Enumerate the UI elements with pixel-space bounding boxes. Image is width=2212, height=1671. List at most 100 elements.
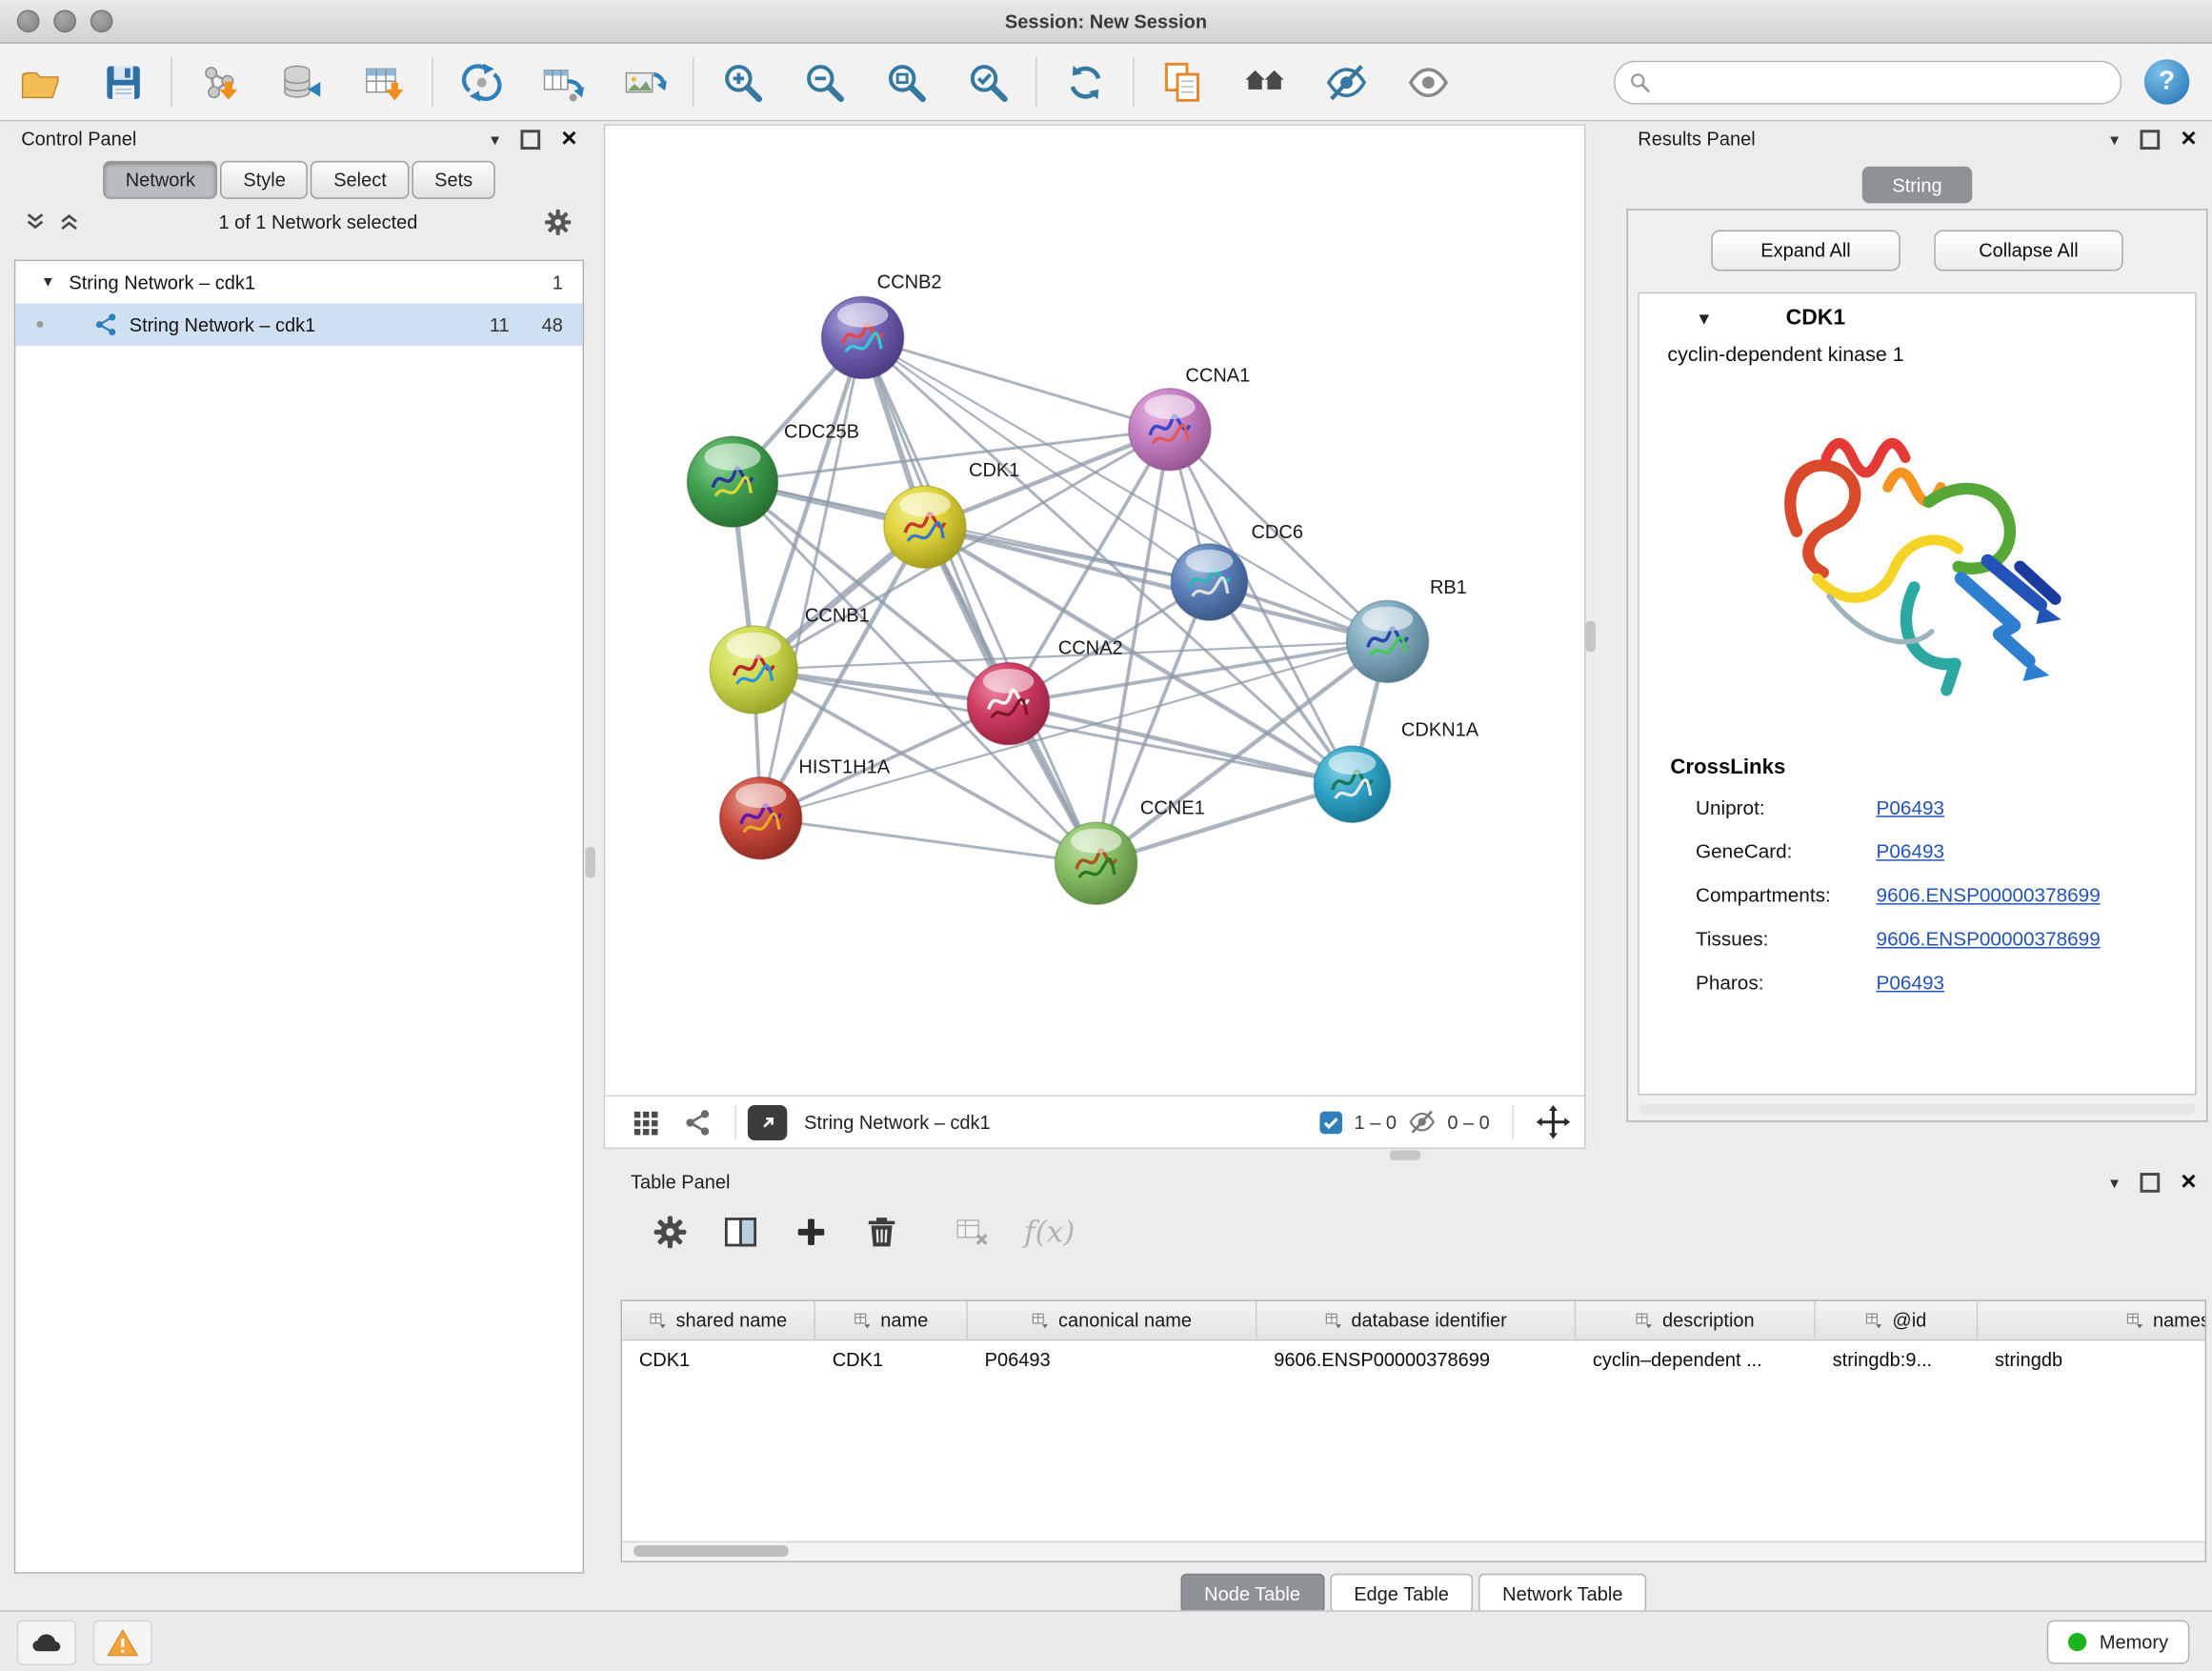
table-cell[interactable]: stringdb bbox=[1978, 1340, 2206, 1378]
birds-eye-grid-icon[interactable] bbox=[631, 1107, 660, 1137]
horizontal-splitter-handle[interactable] bbox=[1390, 1150, 1421, 1159]
node-CDK1[interactable] bbox=[884, 486, 966, 568]
column-header-shared-name[interactable]: shared name bbox=[622, 1301, 815, 1339]
open-session-button[interactable] bbox=[12, 53, 69, 110]
right-splitter-handle[interactable] bbox=[1585, 621, 1595, 653]
show-columns-icon[interactable] bbox=[722, 1214, 759, 1251]
node-CDKN1A[interactable] bbox=[1314, 746, 1390, 822]
column-header-canonical-name[interactable]: canonical name bbox=[968, 1301, 1257, 1339]
crosslink-link[interactable]: 9606.ENSP00000378699 bbox=[1877, 927, 2101, 950]
tab-sets[interactable]: Sets bbox=[412, 161, 494, 199]
node-CCNA2[interactable] bbox=[967, 663, 1049, 745]
crosslink-link[interactable]: P06493 bbox=[1877, 970, 1944, 993]
protein-card-header[interactable]: ▼ CDK1 bbox=[1639, 293, 2195, 344]
network-row-selected[interactable]: ● String Network – cdk1 11 48 bbox=[15, 304, 582, 346]
tab-node-table[interactable]: Node Table bbox=[1180, 1574, 1324, 1613]
import-table-button[interactable] bbox=[355, 53, 412, 110]
column-header-description[interactable]: description bbox=[1576, 1301, 1816, 1339]
network-canvas[interactable]: CCNB2CCNA1CDC25BCDK1CDC6RB1CCNB1CCNA2CDK… bbox=[605, 126, 1584, 1096]
tab-select[interactable]: Select bbox=[312, 161, 410, 199]
delete-column-trash-icon[interactable] bbox=[863, 1214, 900, 1251]
show-overview-button[interactable] bbox=[1236, 53, 1292, 110]
panel-close-icon[interactable]: × bbox=[2181, 131, 2196, 148]
tab-network[interactable]: Network bbox=[103, 161, 218, 199]
expand-all-icon[interactable] bbox=[59, 211, 79, 232]
node-CDC6[interactable] bbox=[1171, 544, 1247, 620]
pan-crosshair-button[interactable] bbox=[1537, 1105, 1571, 1139]
scrollbar-thumb[interactable] bbox=[633, 1545, 789, 1557]
search-input[interactable] bbox=[1660, 70, 2106, 93]
table-settings-gear-icon[interactable] bbox=[652, 1214, 689, 1251]
edge-CCNB2-CCNA1[interactable] bbox=[863, 337, 1170, 429]
node-RB1[interactable] bbox=[1347, 600, 1429, 682]
results-horizontal-scrollbar[interactable] bbox=[1639, 1103, 2195, 1115]
edge-CCNB2-HIST1H1A[interactable] bbox=[761, 337, 863, 817]
memory-button[interactable]: Memory bbox=[2047, 1621, 2189, 1664]
node-CDC25B[interactable] bbox=[687, 436, 777, 527]
column-header-namespace[interactable]: namespace bbox=[1978, 1301, 2206, 1339]
node-CCNB1[interactable] bbox=[710, 626, 797, 714]
left-splitter-handle[interactable] bbox=[586, 847, 595, 878]
panel-collapse-icon[interactable]: ▾ bbox=[2110, 130, 2119, 150]
tab-edge-table[interactable]: Edge Table bbox=[1330, 1574, 1473, 1613]
collapse-caret-icon[interactable]: ▼ bbox=[1696, 309, 1713, 329]
tab-string[interactable]: String bbox=[1862, 167, 1973, 204]
network-share-icon[interactable] bbox=[683, 1107, 713, 1137]
zoom-selected-button[interactable] bbox=[959, 53, 1016, 110]
table-cell[interactable]: stringdb:9... bbox=[1816, 1340, 1978, 1378]
panel-collapse-icon[interactable]: ▾ bbox=[2110, 1172, 2119, 1192]
node-HIST1H1A[interactable] bbox=[720, 777, 802, 859]
panel-float-icon[interactable] bbox=[520, 130, 540, 150]
table-cell[interactable]: P06493 bbox=[968, 1340, 1257, 1378]
import-database-button[interactable] bbox=[273, 53, 330, 110]
table-cell[interactable]: CDK1 bbox=[622, 1340, 815, 1378]
panel-float-icon[interactable] bbox=[2140, 1172, 2160, 1192]
save-session-button[interactable] bbox=[94, 53, 151, 110]
node-CCNA1[interactable] bbox=[1129, 389, 1211, 471]
crosslink-link[interactable]: 9606.ENSP00000378699 bbox=[1877, 883, 2101, 906]
node-CCNE1[interactable] bbox=[1056, 822, 1137, 904]
zoom-in-button[interactable] bbox=[714, 53, 770, 110]
refresh-view-button[interactable] bbox=[1056, 53, 1113, 110]
collapse-all-button[interactable]: Collapse All bbox=[1934, 230, 2122, 271]
panel-collapse-icon[interactable]: ▾ bbox=[491, 130, 499, 150]
collapse-all-icon[interactable] bbox=[26, 211, 46, 232]
node-CCNB2[interactable] bbox=[822, 296, 904, 378]
edge-CCNA2-CDKN1A[interactable] bbox=[1009, 704, 1353, 785]
export-network-button[interactable] bbox=[748, 1104, 787, 1139]
show-all-button[interactable] bbox=[1399, 53, 1456, 110]
table-cell[interactable]: CDK1 bbox=[815, 1340, 968, 1378]
selected-nodes-checkbox-icon[interactable] bbox=[1319, 1110, 1343, 1134]
tree-expander-icon[interactable]: ▼ bbox=[41, 274, 55, 290]
edge-CCNB2-CCNE1[interactable] bbox=[863, 337, 1096, 863]
panel-float-icon[interactable] bbox=[2140, 130, 2160, 150]
cloud-status-button[interactable] bbox=[17, 1620, 76, 1664]
zoom-fit-button[interactable] bbox=[877, 53, 934, 110]
search-box[interactable] bbox=[1614, 60, 2122, 104]
export-image-button[interactable] bbox=[616, 53, 673, 110]
panel-close-icon[interactable]: × bbox=[2181, 1174, 2196, 1191]
column-header-name[interactable]: name bbox=[815, 1301, 968, 1339]
column-header-database-identifier[interactable]: database identifier bbox=[1257, 1301, 1576, 1339]
column-header-@id[interactable]: @id bbox=[1816, 1301, 1978, 1339]
network-from-table-button[interactable] bbox=[534, 53, 591, 110]
table-horizontal-scrollbar[interactable] bbox=[622, 1541, 2205, 1561]
panel-close-icon[interactable]: × bbox=[561, 131, 576, 148]
crosslink-link[interactable]: P06493 bbox=[1877, 795, 1944, 818]
new-network-button[interactable] bbox=[452, 53, 509, 110]
hide-selected-button[interactable] bbox=[1317, 53, 1374, 110]
import-network-file-button[interactable] bbox=[191, 53, 248, 110]
tab-style[interactable]: Style bbox=[221, 161, 309, 199]
table-row[interactable]: CDK1CDK1P064939606.ENSP00000378699cyclin… bbox=[622, 1340, 2205, 1378]
network-options-gear-icon[interactable] bbox=[543, 207, 573, 236]
table-cell[interactable]: cyclin–dependent ... bbox=[1576, 1340, 1816, 1378]
tab-network-table[interactable]: Network Table bbox=[1478, 1574, 1647, 1613]
network-collection-row[interactable]: ▼ String Network – cdk1 1 bbox=[15, 261, 582, 303]
expand-all-button[interactable]: Expand All bbox=[1711, 230, 1900, 271]
warnings-button[interactable] bbox=[93, 1620, 152, 1664]
add-column-plus-icon[interactable] bbox=[793, 1214, 830, 1251]
copy-button[interactable] bbox=[1154, 53, 1210, 110]
zoom-out-button[interactable] bbox=[795, 53, 852, 110]
help-button[interactable]: ? bbox=[2144, 59, 2189, 104]
crosslink-link[interactable]: P06493 bbox=[1877, 839, 1944, 862]
